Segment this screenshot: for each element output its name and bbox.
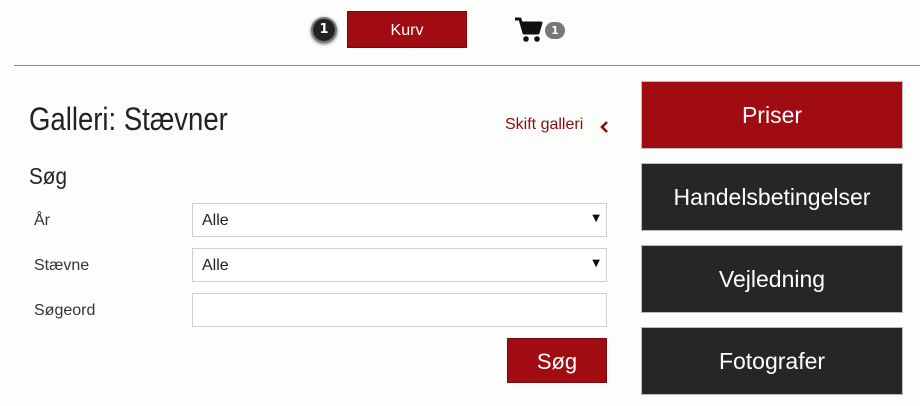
switch-gallery-link[interactable]: Skift galleri xyxy=(505,116,583,134)
year-select-value: Alle xyxy=(202,212,229,229)
search-button[interactable]: Søg xyxy=(507,338,607,383)
item-count-badge: 1 xyxy=(311,17,337,43)
keyword-label: Søgeord xyxy=(34,302,96,319)
cart-count-badge: 1 xyxy=(545,22,565,39)
dropdown-arrow-icon: ▼ xyxy=(592,258,600,269)
photographers-button[interactable]: Fotografer xyxy=(641,327,903,395)
search-heading: Søg xyxy=(29,163,67,189)
header-divider xyxy=(14,65,920,66)
year-select[interactable]: Alle ▼ xyxy=(192,203,607,237)
keyword-input[interactable] xyxy=(192,293,607,327)
event-select[interactable]: Alle ▼ xyxy=(192,248,607,282)
shopping-cart-icon[interactable] xyxy=(514,16,544,44)
prices-button[interactable]: Priser xyxy=(641,81,903,149)
chevron-left-icon[interactable] xyxy=(599,121,609,133)
guide-button[interactable]: Vejledning xyxy=(641,245,903,313)
dropdown-arrow-icon: ▼ xyxy=(592,213,600,224)
cart-button[interactable]: Kurv xyxy=(347,11,467,48)
year-label: År xyxy=(34,212,50,229)
top-bar: 1 Kurv 1 xyxy=(0,0,920,66)
page-title: Galleri: Stævner xyxy=(29,101,228,137)
terms-button[interactable]: Handelsbetingelser xyxy=(641,163,903,231)
event-select-value: Alle xyxy=(202,257,229,274)
event-label: Stævne xyxy=(34,257,90,274)
